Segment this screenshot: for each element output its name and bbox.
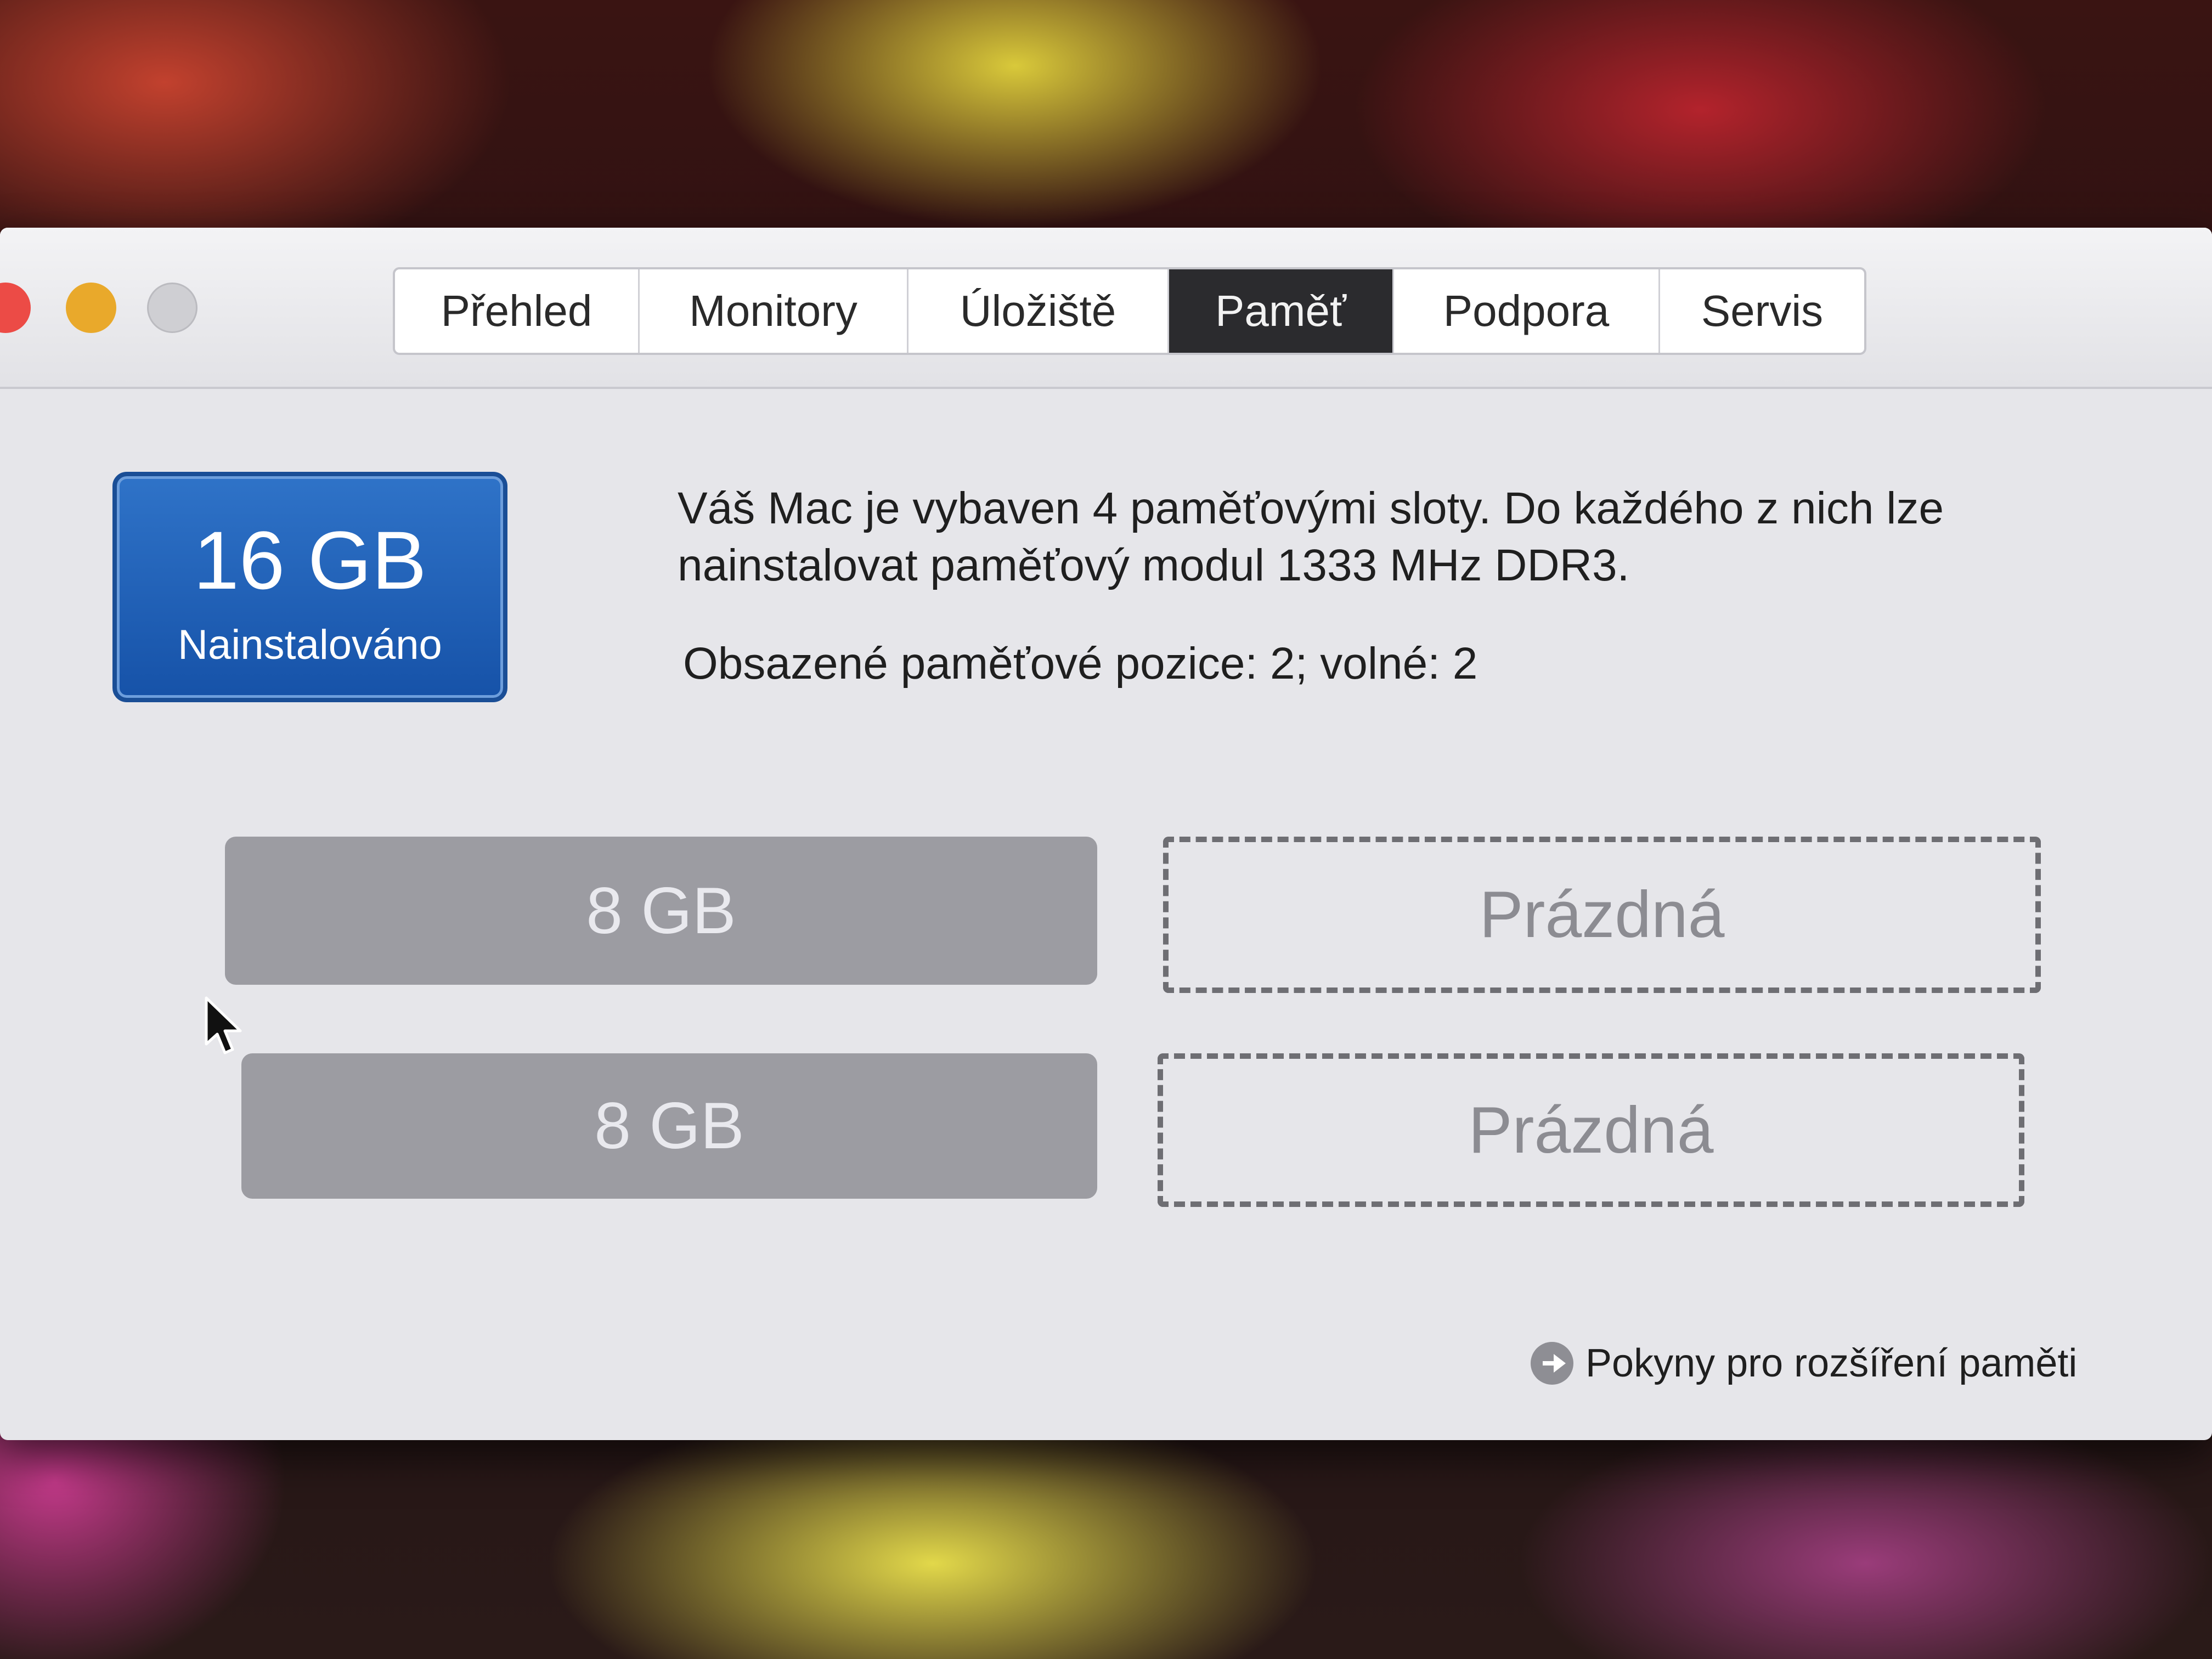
memory-description: Váš Mac je vybaven 4 paměťovými sloty. D… bbox=[678, 483, 1944, 590]
installed-memory-badge: 16 GB Nainstalováno bbox=[112, 472, 507, 702]
tab-overview[interactable]: Přehled bbox=[395, 269, 640, 353]
mouse-pointer-icon bbox=[205, 996, 242, 1054]
zoom-window-button[interactable] bbox=[147, 283, 198, 333]
memory-upgrade-instructions-link[interactable]: Pokyny pro rozšíření paměti bbox=[1531, 1336, 2077, 1391]
installed-memory-label: Nainstalováno bbox=[178, 622, 442, 668]
memory-slot-empty: Prázdná bbox=[1163, 837, 2041, 993]
memory-slot-filled: 8 GB bbox=[241, 1053, 1097, 1199]
tab-bar: Přehled Monitory Úložiště Paměť Podpora … bbox=[393, 267, 1866, 355]
tab-displays[interactable]: Monitory bbox=[640, 269, 909, 353]
minimize-window-button[interactable] bbox=[66, 283, 116, 333]
about-this-mac-window: Přehled Monitory Úložiště Paměť Podpora … bbox=[0, 228, 2212, 1440]
memory-upgrade-link-label: Pokyny pro rozšíření paměti bbox=[1585, 1341, 2078, 1385]
slot-status-text: Obsazené paměťové pozice: 2; volné: 2 bbox=[683, 639, 1478, 689]
tab-storage[interactable]: Úložiště bbox=[909, 269, 1169, 353]
tab-support[interactable]: Podpora bbox=[1394, 269, 1660, 353]
close-window-button[interactable] bbox=[0, 283, 31, 333]
arrow-right-circle-icon bbox=[1531, 1342, 1573, 1385]
memory-slot-filled: 8 GB bbox=[225, 837, 1097, 985]
installed-memory-size: 16 GB bbox=[193, 514, 427, 606]
tab-memory[interactable]: Paměť bbox=[1169, 269, 1394, 353]
tab-service[interactable]: Servis bbox=[1660, 269, 1864, 353]
title-bar: Přehled Monitory Úložiště Paměť Podpora … bbox=[0, 228, 2212, 389]
memory-slot-empty: Prázdná bbox=[1158, 1053, 2024, 1207]
